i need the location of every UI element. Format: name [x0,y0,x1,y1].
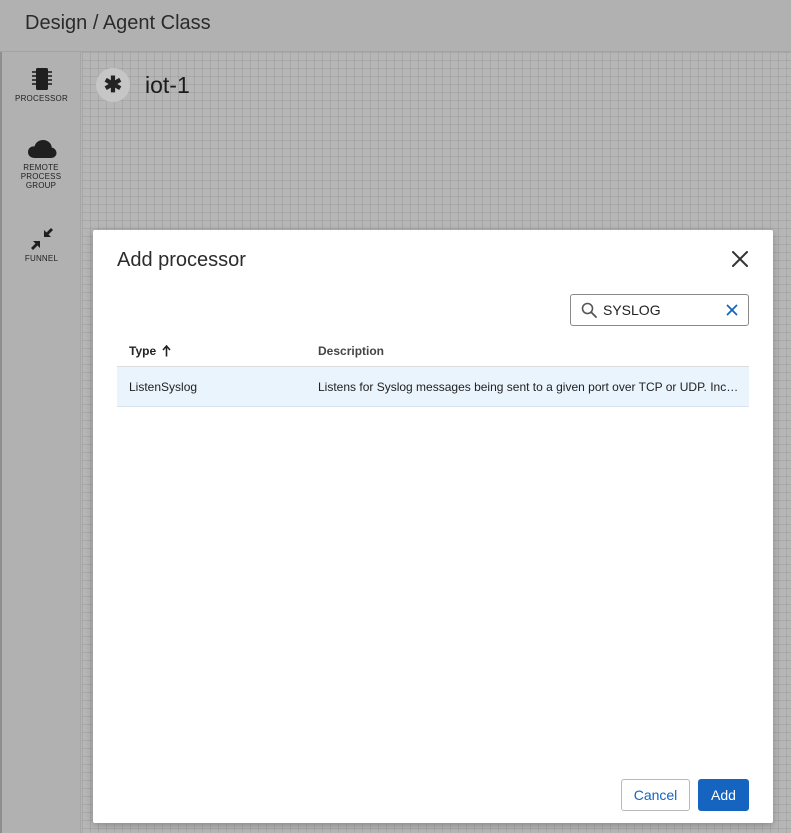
palette-item-funnel[interactable]: FUNNEL [2,227,81,263]
agent-class-badge: ✱ [96,68,130,102]
search-field[interactable] [570,294,749,326]
table-row[interactable]: ListenSyslog Listens for Syslog messages… [117,367,749,407]
add-button[interactable]: Add [698,779,749,811]
column-header-type-label: Type [129,344,157,358]
palette-label-processor: PROCESSOR [15,94,68,103]
funnel-icon [30,228,53,250]
processor-table: Type Description ListenSyslog Listens fo… [117,336,749,407]
cancel-button[interactable]: Cancel [621,779,690,811]
asterisk-icon: ✱ [103,72,123,97]
table-header: Type Description [117,336,749,367]
processor-icon [31,68,52,90]
palette-item-remote-process-group[interactable]: REMOTE PROCESS GROUP [2,138,81,190]
dialog-title: Add processor [117,249,246,271]
clear-search-icon[interactable] [726,304,738,316]
row-description: Listens for Syslog messages being sent t… [318,380,743,394]
search-input[interactable] [603,300,718,320]
breadcrumb-text: Design / Agent Class [25,12,211,34]
cloud-icon [27,140,56,158]
component-palette: PROCESSOR REMOTE PROCESS GROUP FUNNEL [2,52,81,833]
palette-label-funnel: FUNNEL [24,254,59,263]
column-header-type[interactable]: Type [129,344,171,358]
sort-ascending-icon [162,345,171,357]
agent-class-name: iot-1 [145,72,190,98]
palette-label-remote-process-group: REMOTE PROCESS GROUP [20,163,62,190]
palette-item-processor[interactable]: PROCESSOR [2,67,81,103]
row-type: ListenSyslog [129,380,198,394]
close-icon[interactable] [729,248,751,270]
column-header-description[interactable]: Description [318,344,384,358]
search-icon [581,302,597,318]
add-processor-dialog: Add processor Type Description [93,230,773,823]
breadcrumb: Design / Agent Class [0,0,791,52]
